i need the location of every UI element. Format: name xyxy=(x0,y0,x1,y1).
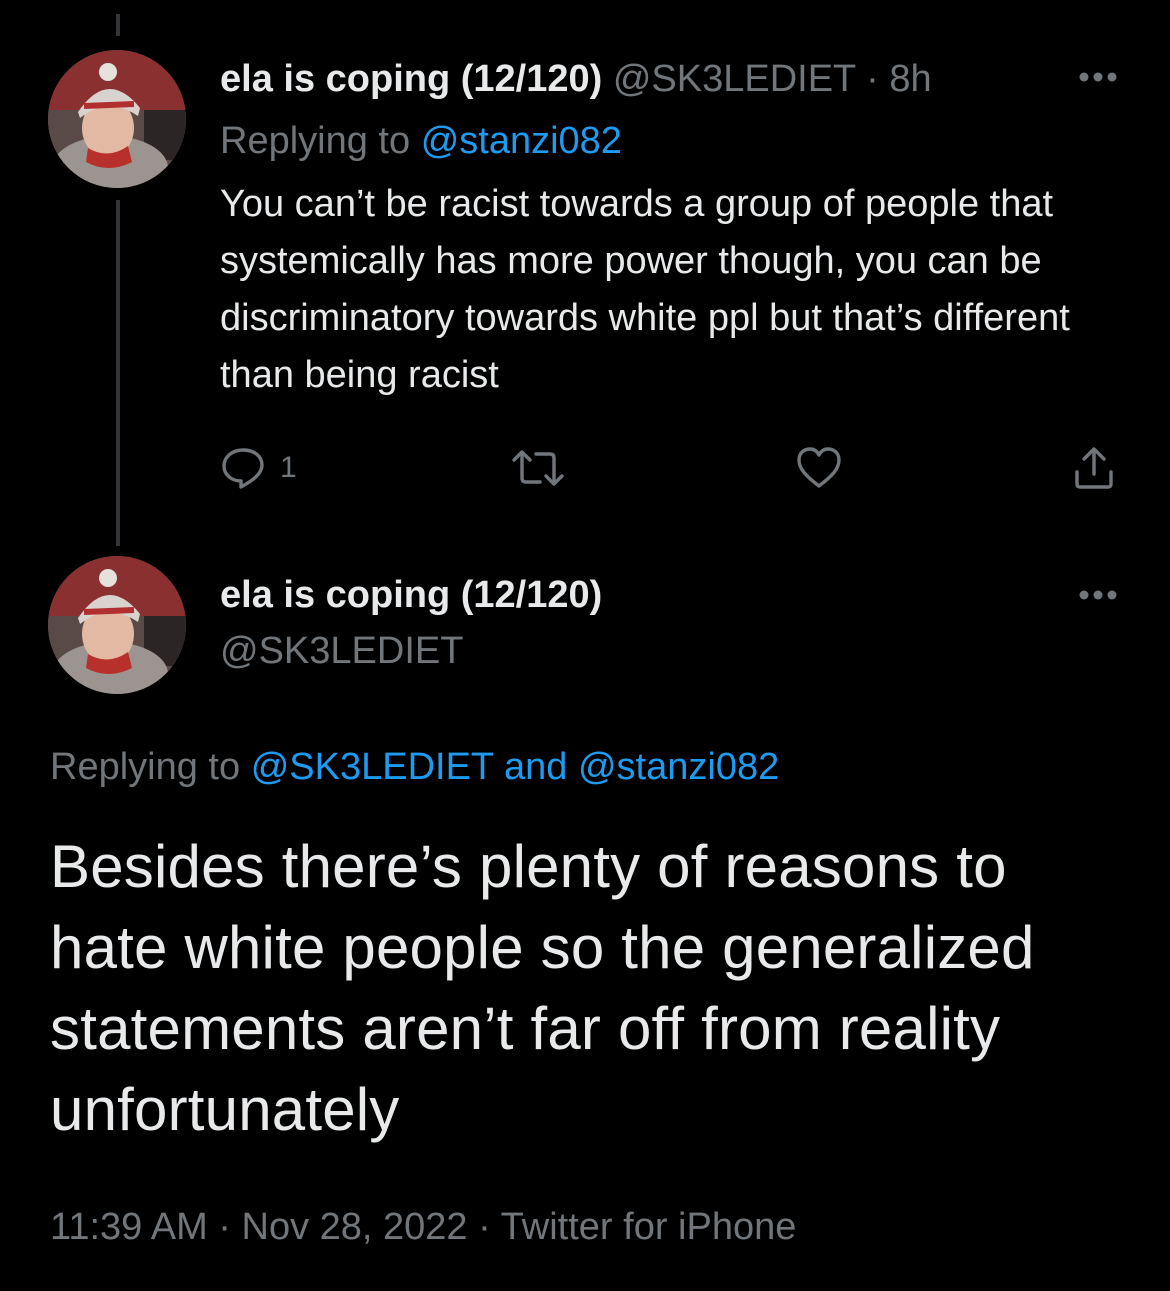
separator: · xyxy=(218,1206,231,1248)
separator: · xyxy=(866,58,879,100)
like-icon xyxy=(797,447,841,488)
like-button[interactable] xyxy=(796,446,842,490)
tweet-source: Twitter for iPhone xyxy=(500,1206,797,1248)
more-icon[interactable] xyxy=(1078,70,1118,84)
retweet-button[interactable] xyxy=(510,446,566,490)
replying-prefix: Replying to xyxy=(50,746,241,788)
reply-button[interactable]: 1 xyxy=(220,446,297,490)
share-button[interactable] xyxy=(1072,446,1116,490)
handle[interactable]: @SK3LEDIET xyxy=(220,628,463,674)
replying-to: Replying to @SK3LEDIET and @stanzi082 xyxy=(50,744,779,790)
replying-to: Replying to @stanzi082 xyxy=(220,118,622,164)
tweet-date[interactable]: Nov 28, 2022 xyxy=(242,1206,468,1248)
separator: · xyxy=(478,1206,491,1248)
tweet-text: Besides there’s plenty of reasons to hat… xyxy=(50,833,1035,1143)
tweet-header: ela is coping (12/120) @SK3LEDIET · 8h xyxy=(220,56,932,102)
mention-link[interactable]: @SK3LEDIET xyxy=(251,746,494,788)
avatar[interactable] xyxy=(48,556,186,694)
mention-link[interactable]: @stanzi082 xyxy=(578,746,779,788)
reply-icon xyxy=(222,448,264,489)
thread-line-top xyxy=(116,14,120,36)
avatar-image xyxy=(48,556,186,694)
avatar[interactable] xyxy=(48,50,186,188)
display-name[interactable]: ela is coping (12/120) xyxy=(220,58,602,100)
tweet-time[interactable]: 11:39 AM xyxy=(50,1206,208,1248)
tweet-text: You can’t be racist towards a group of p… xyxy=(220,183,1070,396)
replying-and[interactable]: and xyxy=(504,746,567,788)
thread-line-connector xyxy=(116,200,120,546)
display-name[interactable]: ela is coping (12/120) xyxy=(220,572,602,618)
handle[interactable]: @SK3LEDIET xyxy=(613,58,856,100)
reply-count: 1 xyxy=(280,451,297,484)
avatar-image xyxy=(48,50,186,188)
replying-prefix: Replying to xyxy=(220,120,411,162)
more-icon[interactable] xyxy=(1078,588,1118,602)
mention-link[interactable]: @stanzi082 xyxy=(421,120,622,162)
timestamp[interactable]: 8h xyxy=(889,58,931,100)
share-icon xyxy=(1075,447,1113,489)
retweet-icon xyxy=(512,450,564,486)
tweet-metadata: 11:39 AM · Nov 28, 2022 · Twitter for iP… xyxy=(50,1204,796,1250)
